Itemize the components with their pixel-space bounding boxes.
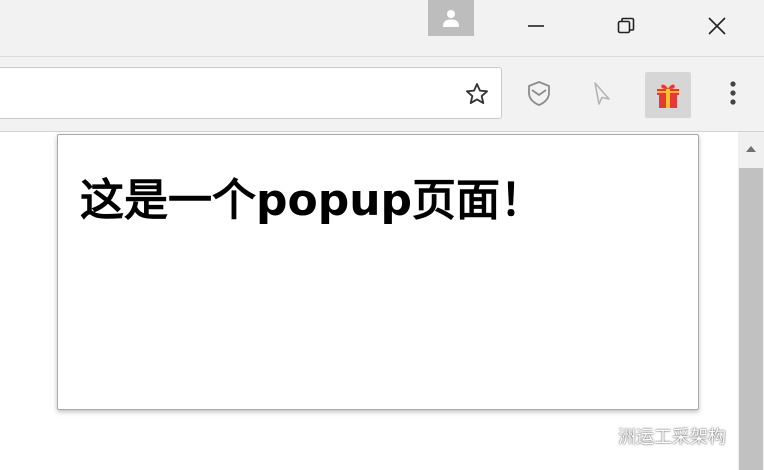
extension-gift-button[interactable]: [645, 72, 691, 118]
close-button[interactable]: [687, 0, 747, 52]
wechat-logo-icon: [574, 421, 604, 451]
address-bar[interactable]: [0, 67, 502, 119]
bookmark-button[interactable]: [463, 80, 491, 108]
cursor-icon: [594, 82, 610, 105]
scroll-up-button[interactable]: [738, 138, 764, 160]
shield-icon: [528, 81, 550, 106]
restore-button[interactable]: [596, 0, 656, 52]
close-icon: [708, 17, 726, 35]
three-dots-icon: [730, 81, 736, 105]
restore-icon: [617, 17, 635, 34]
gift-icon: [657, 84, 679, 108]
person-icon: [443, 10, 459, 27]
caret-up-icon: [746, 146, 756, 152]
watermark: 洲运工采架构: [574, 420, 746, 452]
browser-toolbar: [0, 56, 764, 132]
extension-shield-button[interactable]: [519, 73, 559, 113]
extension-cursor-button[interactable]: [581, 73, 621, 113]
window-titlebar: [0, 0, 764, 56]
extension-popup: 这是一个popup页面！: [57, 134, 699, 410]
minimize-icon: [528, 25, 544, 27]
minimize-button[interactable]: [506, 0, 566, 52]
popup-heading: 这是一个popup页面！: [80, 175, 545, 226]
star-icon: [466, 83, 488, 105]
browser-menu-button[interactable]: [713, 73, 753, 113]
profile-button[interactable]: [428, 0, 474, 36]
watermark-text: 洲运工采架构: [618, 427, 726, 448]
